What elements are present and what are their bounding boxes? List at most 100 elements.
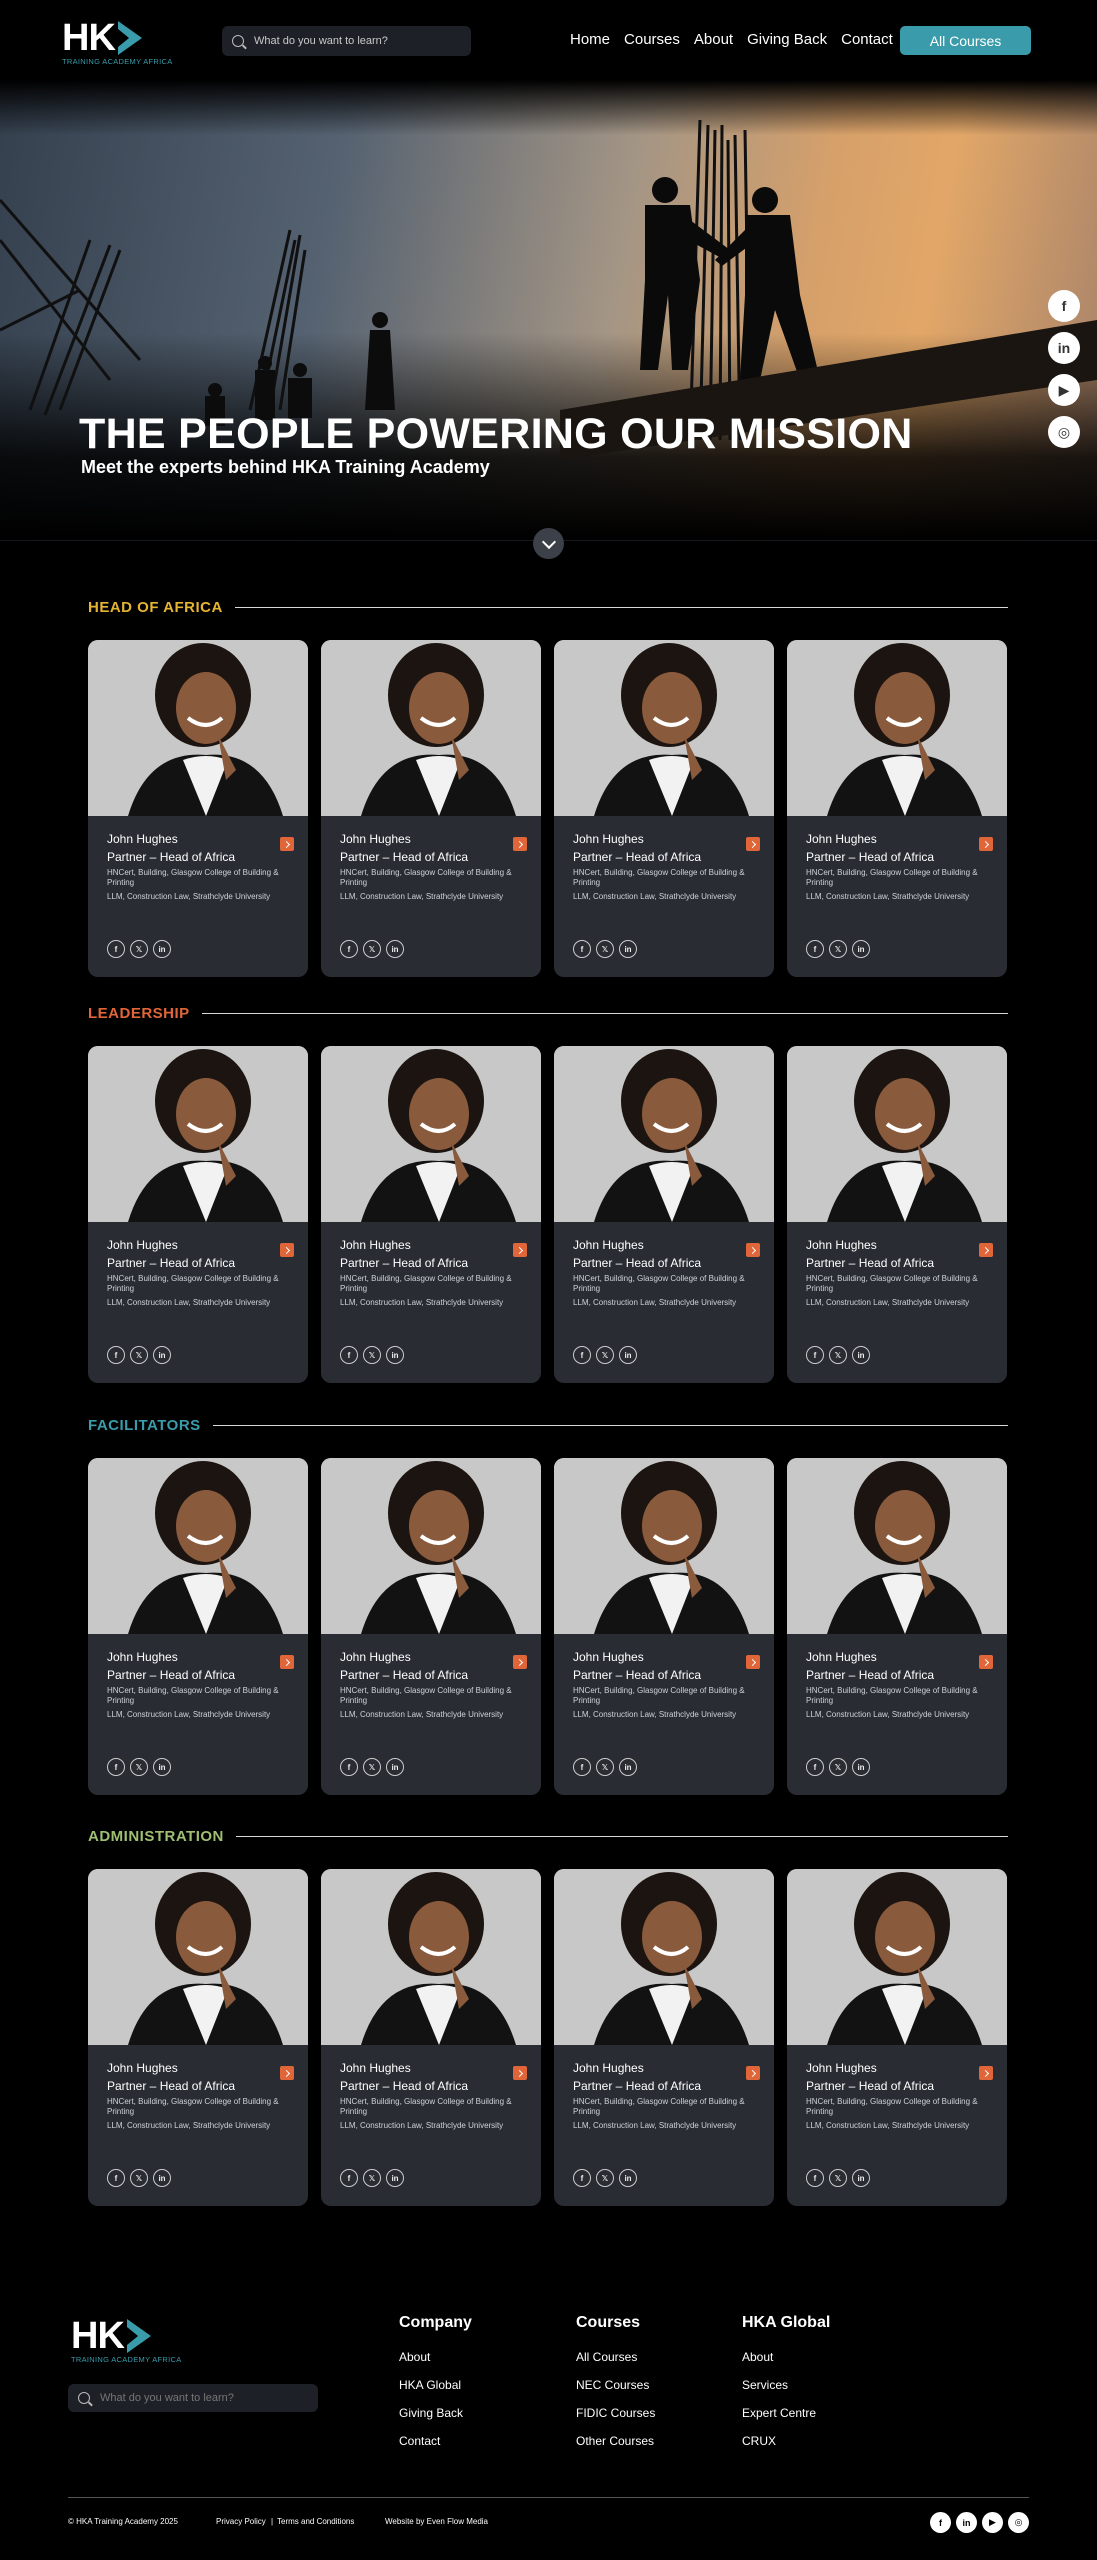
facebook-icon[interactable]: f bbox=[806, 2169, 824, 2187]
team-card[interactable]: John Hughes Partner – Head of Africa HNC… bbox=[88, 1046, 308, 1383]
linkedin-icon[interactable]: in bbox=[619, 1346, 637, 1364]
facebook-icon[interactable]: f bbox=[573, 1346, 591, 1364]
footer-link[interactable]: Contact bbox=[399, 2434, 472, 2448]
footer-link[interactable]: About bbox=[399, 2350, 472, 2364]
facebook-icon[interactable]: f bbox=[573, 1758, 591, 1776]
team-card[interactable]: John Hughes Partner – Head of Africa HNC… bbox=[321, 1458, 541, 1795]
facebook-icon[interactable]: f bbox=[340, 1346, 358, 1364]
footer-link[interactable]: FIDIC Courses bbox=[576, 2406, 655, 2420]
chevron-right-icon[interactable] bbox=[280, 1655, 294, 1669]
team-card[interactable]: John Hughes Partner – Head of Africa HNC… bbox=[321, 640, 541, 977]
scroll-down-button[interactable] bbox=[533, 528, 564, 559]
footer-link[interactable]: Expert Centre bbox=[742, 2406, 830, 2420]
facebook-icon[interactable]: f bbox=[806, 940, 824, 958]
x-icon[interactable]: 𝕏 bbox=[363, 2169, 381, 2187]
chevron-right-icon[interactable] bbox=[280, 837, 294, 851]
chevron-right-icon[interactable] bbox=[746, 2066, 760, 2080]
x-icon[interactable]: 𝕏 bbox=[829, 2169, 847, 2187]
footer-link[interactable]: Giving Back bbox=[399, 2406, 472, 2420]
linkedin-icon[interactable]: in bbox=[852, 1758, 870, 1776]
footer-link[interactable]: Services bbox=[742, 2378, 830, 2392]
facebook-icon[interactable]: f bbox=[806, 1758, 824, 1776]
search-input[interactable] bbox=[254, 35, 454, 47]
search-bar[interactable] bbox=[222, 26, 471, 56]
x-icon[interactable]: 𝕏 bbox=[130, 1346, 148, 1364]
linkedin-icon[interactable]: in bbox=[619, 2169, 637, 2187]
menu-about[interactable]: About bbox=[694, 31, 733, 48]
menu-giving-back[interactable]: Giving Back bbox=[747, 31, 827, 48]
chevron-right-icon[interactable] bbox=[746, 1243, 760, 1257]
facebook-icon[interactable]: f bbox=[340, 2169, 358, 2187]
all-courses-button[interactable]: All Courses bbox=[900, 26, 1031, 55]
chevron-right-icon[interactable] bbox=[746, 1655, 760, 1669]
credit-link[interactable]: Website by Even Flow Media bbox=[385, 2517, 488, 2526]
x-icon[interactable]: 𝕏 bbox=[363, 940, 381, 958]
linkedin-icon[interactable]: in bbox=[386, 1346, 404, 1364]
linkedin-icon[interactable]: in bbox=[386, 940, 404, 958]
team-card[interactable]: John Hughes Partner – Head of Africa HNC… bbox=[787, 640, 1007, 977]
x-icon[interactable]: 𝕏 bbox=[596, 1758, 614, 1776]
facebook-icon[interactable]: f bbox=[573, 2169, 591, 2187]
facebook-icon[interactable]: f bbox=[930, 2512, 951, 2533]
chevron-right-icon[interactable] bbox=[513, 1243, 527, 1257]
team-card[interactable]: John Hughes Partner – Head of Africa HNC… bbox=[554, 640, 774, 977]
linkedin-icon[interactable]: in bbox=[852, 1346, 870, 1364]
menu-courses[interactable]: Courses bbox=[624, 31, 680, 48]
terms-link[interactable]: Terms and Conditions bbox=[277, 2517, 354, 2526]
x-icon[interactable]: 𝕏 bbox=[829, 1346, 847, 1364]
x-icon[interactable]: 𝕏 bbox=[829, 940, 847, 958]
x-icon[interactable]: 𝕏 bbox=[596, 940, 614, 958]
linkedin-icon[interactable]: in bbox=[852, 2169, 870, 2187]
facebook-icon[interactable]: f bbox=[107, 940, 125, 958]
facebook-icon[interactable]: f bbox=[340, 940, 358, 958]
footer-link[interactable]: All Courses bbox=[576, 2350, 655, 2364]
footer-link[interactable]: NEC Courses bbox=[576, 2378, 655, 2392]
menu-home[interactable]: Home bbox=[570, 31, 610, 48]
instagram-icon[interactable]: ◎ bbox=[1048, 416, 1080, 448]
x-icon[interactable]: 𝕏 bbox=[363, 1346, 381, 1364]
linkedin-icon[interactable]: in bbox=[153, 1346, 171, 1364]
x-icon[interactable]: 𝕏 bbox=[596, 2169, 614, 2187]
youtube-icon[interactable]: ▶ bbox=[1048, 374, 1080, 406]
x-icon[interactable]: 𝕏 bbox=[130, 2169, 148, 2187]
chevron-right-icon[interactable] bbox=[513, 1655, 527, 1669]
x-icon[interactable]: 𝕏 bbox=[363, 1758, 381, 1776]
footer-link[interactable]: CRUX bbox=[742, 2434, 830, 2448]
team-card[interactable]: John Hughes Partner – Head of Africa HNC… bbox=[88, 640, 308, 977]
instagram-icon[interactable]: ◎ bbox=[1008, 2512, 1029, 2533]
privacy-link[interactable]: Privacy Policy bbox=[216, 2517, 266, 2526]
team-card[interactable]: John Hughes Partner – Head of Africa HNC… bbox=[321, 1046, 541, 1383]
team-card[interactable]: John Hughes Partner – Head of Africa HNC… bbox=[88, 1458, 308, 1795]
facebook-icon[interactable]: f bbox=[1048, 290, 1080, 322]
linkedin-icon[interactable]: in bbox=[956, 2512, 977, 2533]
facebook-icon[interactable]: f bbox=[107, 1758, 125, 1776]
chevron-right-icon[interactable] bbox=[513, 2066, 527, 2080]
linkedin-icon[interactable]: in bbox=[1048, 332, 1080, 364]
footer-link[interactable]: About bbox=[742, 2350, 830, 2364]
chevron-right-icon[interactable] bbox=[280, 2066, 294, 2080]
facebook-icon[interactable]: f bbox=[573, 940, 591, 958]
footer-search-bar[interactable] bbox=[68, 2384, 318, 2412]
team-card[interactable]: John Hughes Partner – Head of Africa HNC… bbox=[554, 1046, 774, 1383]
x-icon[interactable]: 𝕏 bbox=[596, 1346, 614, 1364]
linkedin-icon[interactable]: in bbox=[619, 940, 637, 958]
x-icon[interactable]: 𝕏 bbox=[829, 1758, 847, 1776]
footer-search-input[interactable] bbox=[100, 2392, 300, 2404]
linkedin-icon[interactable]: in bbox=[386, 2169, 404, 2187]
chevron-right-icon[interactable] bbox=[746, 837, 760, 851]
linkedin-icon[interactable]: in bbox=[386, 1758, 404, 1776]
menu-contact[interactable]: Contact bbox=[841, 31, 893, 48]
linkedin-icon[interactable]: in bbox=[153, 940, 171, 958]
chevron-right-icon[interactable] bbox=[979, 837, 993, 851]
chevron-right-icon[interactable] bbox=[513, 837, 527, 851]
x-icon[interactable]: 𝕏 bbox=[130, 940, 148, 958]
logo[interactable]: HK TRAINING ACADEMY AFRICA bbox=[62, 19, 180, 66]
chevron-right-icon[interactable] bbox=[979, 2066, 993, 2080]
facebook-icon[interactable]: f bbox=[107, 2169, 125, 2187]
team-card[interactable]: John Hughes Partner – Head of Africa HNC… bbox=[88, 1869, 308, 2206]
youtube-icon[interactable]: ▶ bbox=[982, 2512, 1003, 2533]
team-card[interactable]: John Hughes Partner – Head of Africa HNC… bbox=[787, 1458, 1007, 1795]
chevron-right-icon[interactable] bbox=[280, 1243, 294, 1257]
linkedin-icon[interactable]: in bbox=[619, 1758, 637, 1776]
facebook-icon[interactable]: f bbox=[107, 1346, 125, 1364]
